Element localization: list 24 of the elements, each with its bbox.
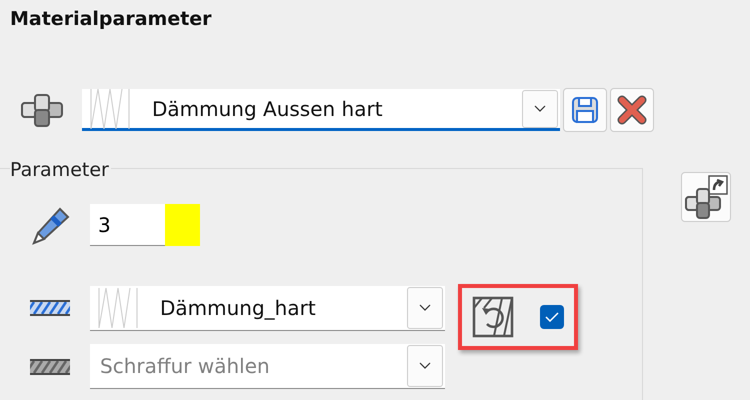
delete-button[interactable] [610, 88, 654, 132]
close-icon [617, 95, 647, 125]
chevron-down-icon [419, 304, 431, 312]
chevron-down-icon [419, 362, 431, 370]
pen-color-swatch[interactable] [165, 204, 200, 246]
hatch-pattern-icon [30, 358, 70, 374]
chevron-down-icon [534, 104, 546, 112]
material-link-button[interactable] [681, 172, 731, 222]
pencil-icon [30, 205, 70, 245]
pattern-preview-icon [98, 288, 138, 328]
panel-title: Materialparameter [9, 7, 213, 32]
hatch-pattern-icon [30, 300, 70, 316]
material-blocks-icon [20, 94, 64, 126]
hatch-dropdown[interactable]: Schraffur wählen [90, 344, 445, 389]
rotate-hatch-icon[interactable] [472, 296, 514, 338]
material-dropdown[interactable]: Dämmung Aussen hart [82, 89, 560, 131]
material-link-icon [683, 174, 729, 220]
pattern-preview-icon [90, 88, 130, 128]
check-icon [545, 312, 559, 322]
hatch-dropdown[interactable]: Dämmung_hart [90, 286, 445, 330]
pen-number-field[interactable]: 3 [90, 204, 165, 246]
save-icon [571, 96, 599, 124]
save-button[interactable] [563, 88, 607, 132]
rotate-checkbox[interactable] [540, 305, 564, 329]
